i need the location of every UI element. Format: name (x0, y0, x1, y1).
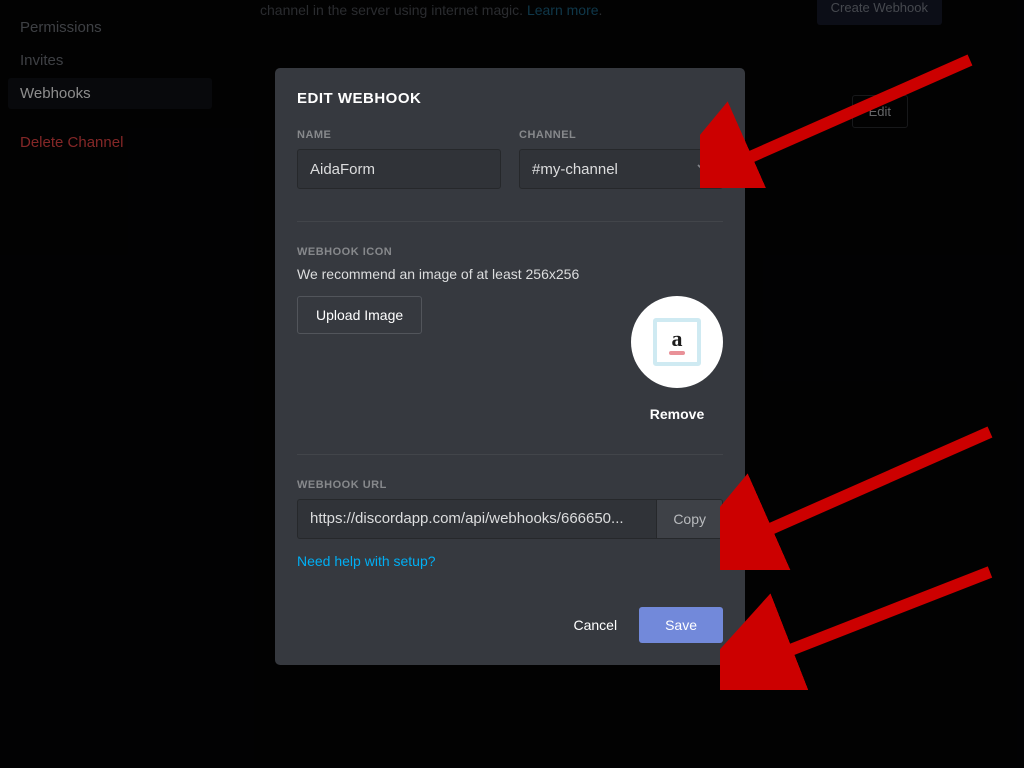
cancel-button[interactable]: Cancel (573, 617, 617, 633)
webhook-avatar[interactable]: a (631, 296, 723, 388)
divider (297, 454, 723, 455)
name-input[interactable] (297, 149, 501, 189)
edit-webhook-modal: EDIT WEBHOOK NAME CHANNEL #my-channel WE… (275, 68, 745, 665)
upload-image-button[interactable]: Upload Image (297, 296, 422, 334)
copy-button[interactable]: Copy (656, 499, 723, 539)
channel-select[interactable]: #my-channel (519, 149, 723, 189)
webhook-url-label: WEBHOOK URL (297, 479, 723, 491)
save-button[interactable]: Save (639, 607, 723, 643)
modal-title: EDIT WEBHOOK (297, 90, 723, 107)
divider (297, 221, 723, 222)
webhook-icon-label: WEBHOOK ICON (297, 246, 723, 258)
webhook-url-input[interactable]: https://discordapp.com/api/webhooks/6666… (297, 499, 656, 539)
channel-label: CHANNEL (519, 129, 723, 141)
name-label: NAME (297, 129, 501, 141)
chevron-down-icon (694, 159, 710, 179)
remove-avatar-button[interactable]: Remove (650, 406, 704, 422)
webhook-avatar-icon: a (653, 318, 701, 366)
channel-select-value: #my-channel (532, 161, 618, 178)
webhook-icon-hint: We recommend an image of at least 256x25… (297, 266, 723, 282)
help-link[interactable]: Need help with setup? (297, 553, 436, 569)
